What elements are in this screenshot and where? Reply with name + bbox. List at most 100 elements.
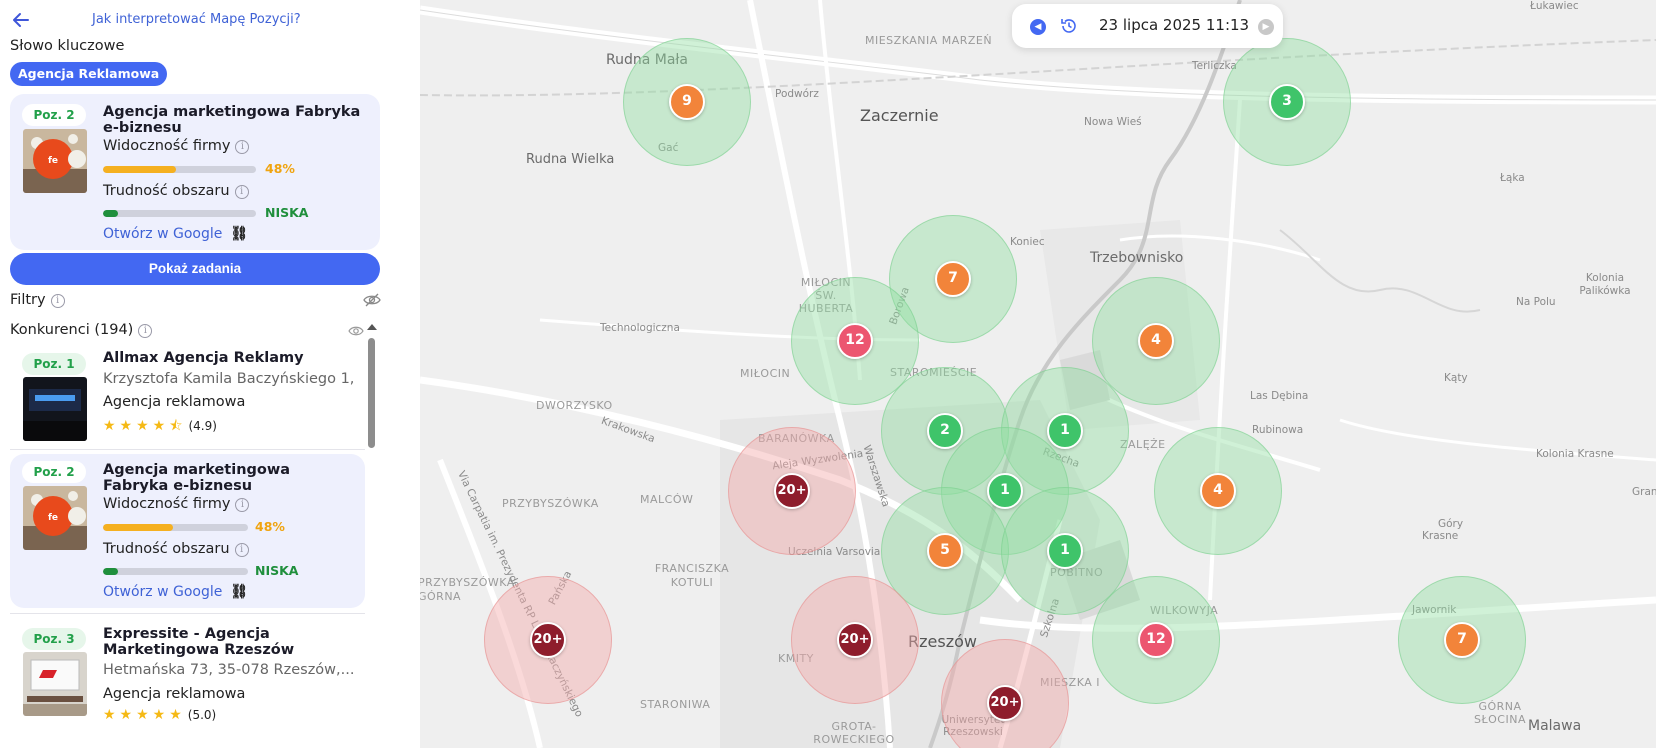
visibility-value: 48% [265,161,295,176]
grid-pin[interactable]: 7 [1444,622,1480,658]
next-date-button[interactable]: ▶ [1258,19,1274,35]
open-in-google-link[interactable]: Otwórz w Google ⛓ [103,226,248,242]
grid-pin[interactable]: 4 [1138,323,1174,359]
grid-pin[interactable]: 3 [1269,84,1305,120]
grid-pin[interactable]: 12 [1138,622,1174,658]
info-icon[interactable]: i [50,294,65,308]
position-badge: Poz. 2 [22,461,86,483]
business-thumbnail: fe [23,486,87,550]
app-root: Jak interpretować Mapę Pozycji? Słowo kl… [0,0,1656,748]
position-badge: Poz. 3 [22,628,86,650]
history-icon[interactable] [1060,17,1078,35]
filters-label[interactable]: Filtry i [10,292,65,308]
keyword-title: Słowo kluczowe [10,38,125,54]
divider [10,613,365,614]
keyword-chip[interactable]: Agencja Reklamowa [10,62,168,86]
previous-date-button[interactable]: ◀ [1030,19,1046,35]
map-label: Rudna Wielka [526,152,615,167]
divider [10,449,365,450]
difficulty-value: NISKA [255,563,299,578]
svg-text:fe: fe [48,156,58,166]
map-label: MIŁOCIN [740,367,791,380]
map-label: Krasne [1422,530,1459,542]
position-map[interactable]: Rudna Mała Gać Podwórz MIESZKANIA MARZEŃ… [420,0,1656,748]
map-label: STARONIWA [640,698,711,711]
business-name: Expressite - Agencja Marketingowa Rzeszó… [103,626,295,658]
business-name: Agencja marketingowa Fabryka e-biznesu [103,104,361,136]
business-category: Agencja reklamowa [103,394,246,410]
map-label: GÓRNA SŁOCINA [1473,700,1526,726]
info-icon[interactable]: i [138,324,153,338]
info-icon[interactable]: i [235,498,250,512]
sidebar-header: Jak interpretować Mapę Pozycji? [10,9,410,31]
map-label: Rubinowa [1252,424,1304,436]
scroll-up-arrow-icon[interactable] [367,324,377,330]
map-label: MIESZKANIA MARZEŃ [865,34,993,47]
difficulty-label: Trudność obszaru i [103,183,249,199]
map-label: Kolonia Palikówka [1579,272,1631,297]
back-arrow-icon[interactable] [10,9,32,31]
map-label: Łąka [1500,172,1525,184]
map-label: Zaczernie [860,106,939,125]
grid-pin[interactable]: 20+ [987,685,1023,721]
map-label: Kąty [1444,372,1468,384]
grid-pin[interactable]: 5 [927,533,963,569]
map-label: Trzebownisko [1090,250,1184,266]
rating-value: (4.9) [188,419,217,433]
scrollbar[interactable] [367,338,376,748]
map-label: FRANCISZKA KOTULI [654,562,730,589]
visibility-label: Widoczność firmy i [103,496,250,512]
open-in-google-link[interactable]: Otwórz w Google ⛓ [103,584,248,600]
map-label: Podwórz [775,88,819,100]
position-badge: Poz. 1 [22,353,86,375]
map-label: Gran [1632,486,1656,498]
grid-pin[interactable]: 20+ [837,622,873,658]
visibility-value: 48% [255,519,285,534]
map-label: PRZYBYSZÓWKA GÓRNA [420,576,515,603]
map-label: Las Dębina [1250,390,1309,402]
map-label: Nowa Wieś [1084,116,1142,128]
map-label: Koniec [1010,236,1045,248]
difficulty-bar [103,568,248,575]
info-icon[interactable]: i [234,543,249,557]
map-label: GROTA-ROWECKIEGO [813,720,895,746]
map-label: MALCÓW [640,493,694,506]
difficulty-bar [103,210,256,217]
show-tasks-button[interactable]: Pokaż zadania [10,253,380,285]
selected-date: 23 lipca 2025 11:13 [1099,16,1250,34]
map-label: PRZYBYSZÓWKA [502,497,599,510]
grid-pin[interactable]: 1 [987,473,1023,509]
difficulty-label: Trudność obszaru i [103,541,249,557]
grid-pin[interactable]: 1 [1047,413,1083,449]
map-label: Kolonia Krasne [1536,448,1614,460]
visibility-label: Widoczność firmy i [103,138,250,154]
grid-pin[interactable]: 2 [927,413,963,449]
business-name: Allmax Agencja Reklamy [103,350,304,366]
grid-pin[interactable]: 20+ [530,622,566,658]
visibility-bar [103,524,248,531]
info-icon[interactable]: i [234,185,249,199]
business-category: Agencja reklamowa [103,686,246,702]
map-label: Technologiczna [600,322,680,334]
grid-pin[interactable]: 1 [1047,533,1083,569]
rating-value: (5.0) [187,708,217,722]
business-thumbnail: fe [23,129,87,193]
grid-pin[interactable]: 4 [1200,473,1236,509]
competitor-card[interactable]: Poz. 3 Expressite - Agencja Marketingowa… [10,620,365,740]
position-badge: Poz. 2 [22,104,86,126]
info-icon[interactable]: i [235,140,250,154]
eye-icon[interactable] [348,323,364,337]
business-thumbnail [23,377,87,441]
competitor-card[interactable]: Poz. 2 fe Agencja marketingowa Fabryka e… [10,454,365,608]
map-label: Na Polu [1516,296,1556,308]
grid-pin[interactable]: 12 [837,323,873,359]
map-label: DWORZYSKO [536,399,613,412]
grid-pin[interactable]: 9 [669,84,705,120]
link-icon: ⛓ [230,584,249,600]
help-link[interactable]: Jak interpretować Mapę Pozycji? [92,12,301,27]
grid-pin[interactable]: 20+ [774,473,810,509]
svg-text:fe: fe [48,513,58,523]
eye-off-icon[interactable] [363,292,381,308]
grid-pin[interactable]: 7 [935,261,971,297]
competitor-card[interactable]: Poz. 1 Allmax Agencja Reklamy Krzysztofa… [10,344,365,446]
